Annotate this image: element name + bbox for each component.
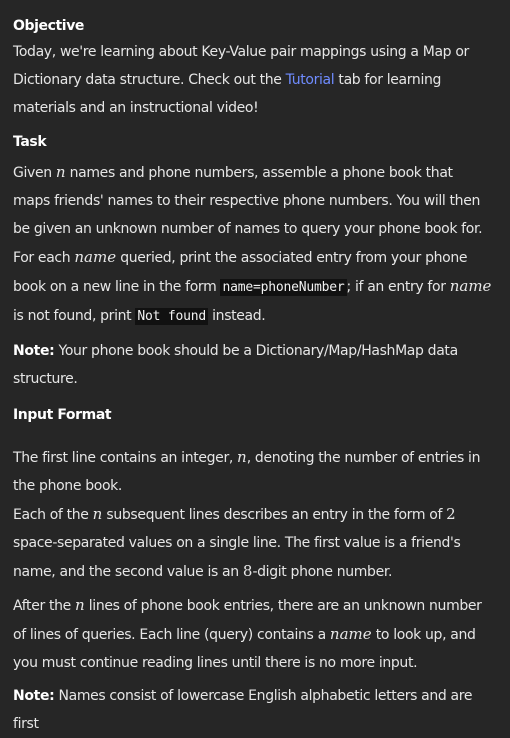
input-format-first-line: The first line contains an integer, n, d… bbox=[13, 443, 493, 500]
problem-statement: Objective Today, we're learning about Ke… bbox=[13, 0, 493, 738]
objective-text: Today, we're learning about Key-Value pa… bbox=[13, 38, 493, 122]
note-names: Note: Names consist of lowercase English… bbox=[13, 682, 493, 738]
input-text-part: space-separated values on a single line.… bbox=[13, 535, 461, 580]
task-text-part: ; if an entry for bbox=[346, 279, 450, 295]
note-text: Your phone book should be a Dictionary/M… bbox=[13, 343, 458, 387]
task-text-part: is not found, print bbox=[13, 308, 136, 324]
input-format-entries: Each of the n subsequent lines describes… bbox=[13, 500, 493, 586]
objective-heading: Objective bbox=[13, 18, 85, 34]
input-format-queries: After the n lines of phone book entries,… bbox=[13, 591, 493, 677]
input-text-part: The first line contains an integer, bbox=[13, 450, 238, 466]
input-text-part: After the bbox=[13, 598, 75, 614]
math-variable: n bbox=[75, 596, 85, 614]
note-dictionary: Note: Your phone book should be a Dictio… bbox=[13, 337, 493, 393]
math-variable: n bbox=[237, 448, 247, 466]
input-text-part: -digit phone number. bbox=[252, 564, 393, 580]
note-label: Note: bbox=[13, 688, 55, 704]
note-label: Note: bbox=[13, 343, 55, 359]
output-format-code: name=phoneNumber bbox=[220, 279, 347, 296]
input-text-part: Each of the bbox=[13, 507, 93, 523]
input-text-part: subsequent lines describes an entry in t… bbox=[102, 507, 447, 523]
task-text-part: instead. bbox=[208, 308, 266, 324]
math-variable: n bbox=[55, 163, 66, 181]
input-format-heading: Input Format bbox=[13, 407, 112, 423]
task-text: Given n names and phone numbers, assembl… bbox=[13, 158, 493, 331]
math-number: 2 bbox=[446, 505, 456, 523]
task-text-part: Given bbox=[13, 165, 56, 181]
math-number: 8 bbox=[242, 562, 253, 580]
tutorial-link[interactable]: Tutorial bbox=[286, 72, 335, 88]
task-heading: Task bbox=[13, 134, 47, 150]
not-found-code: Not found bbox=[135, 308, 209, 325]
math-variable: name bbox=[74, 248, 117, 266]
math-variable: name bbox=[449, 277, 492, 295]
math-variable: name bbox=[329, 625, 372, 643]
math-variable: n bbox=[92, 505, 103, 523]
